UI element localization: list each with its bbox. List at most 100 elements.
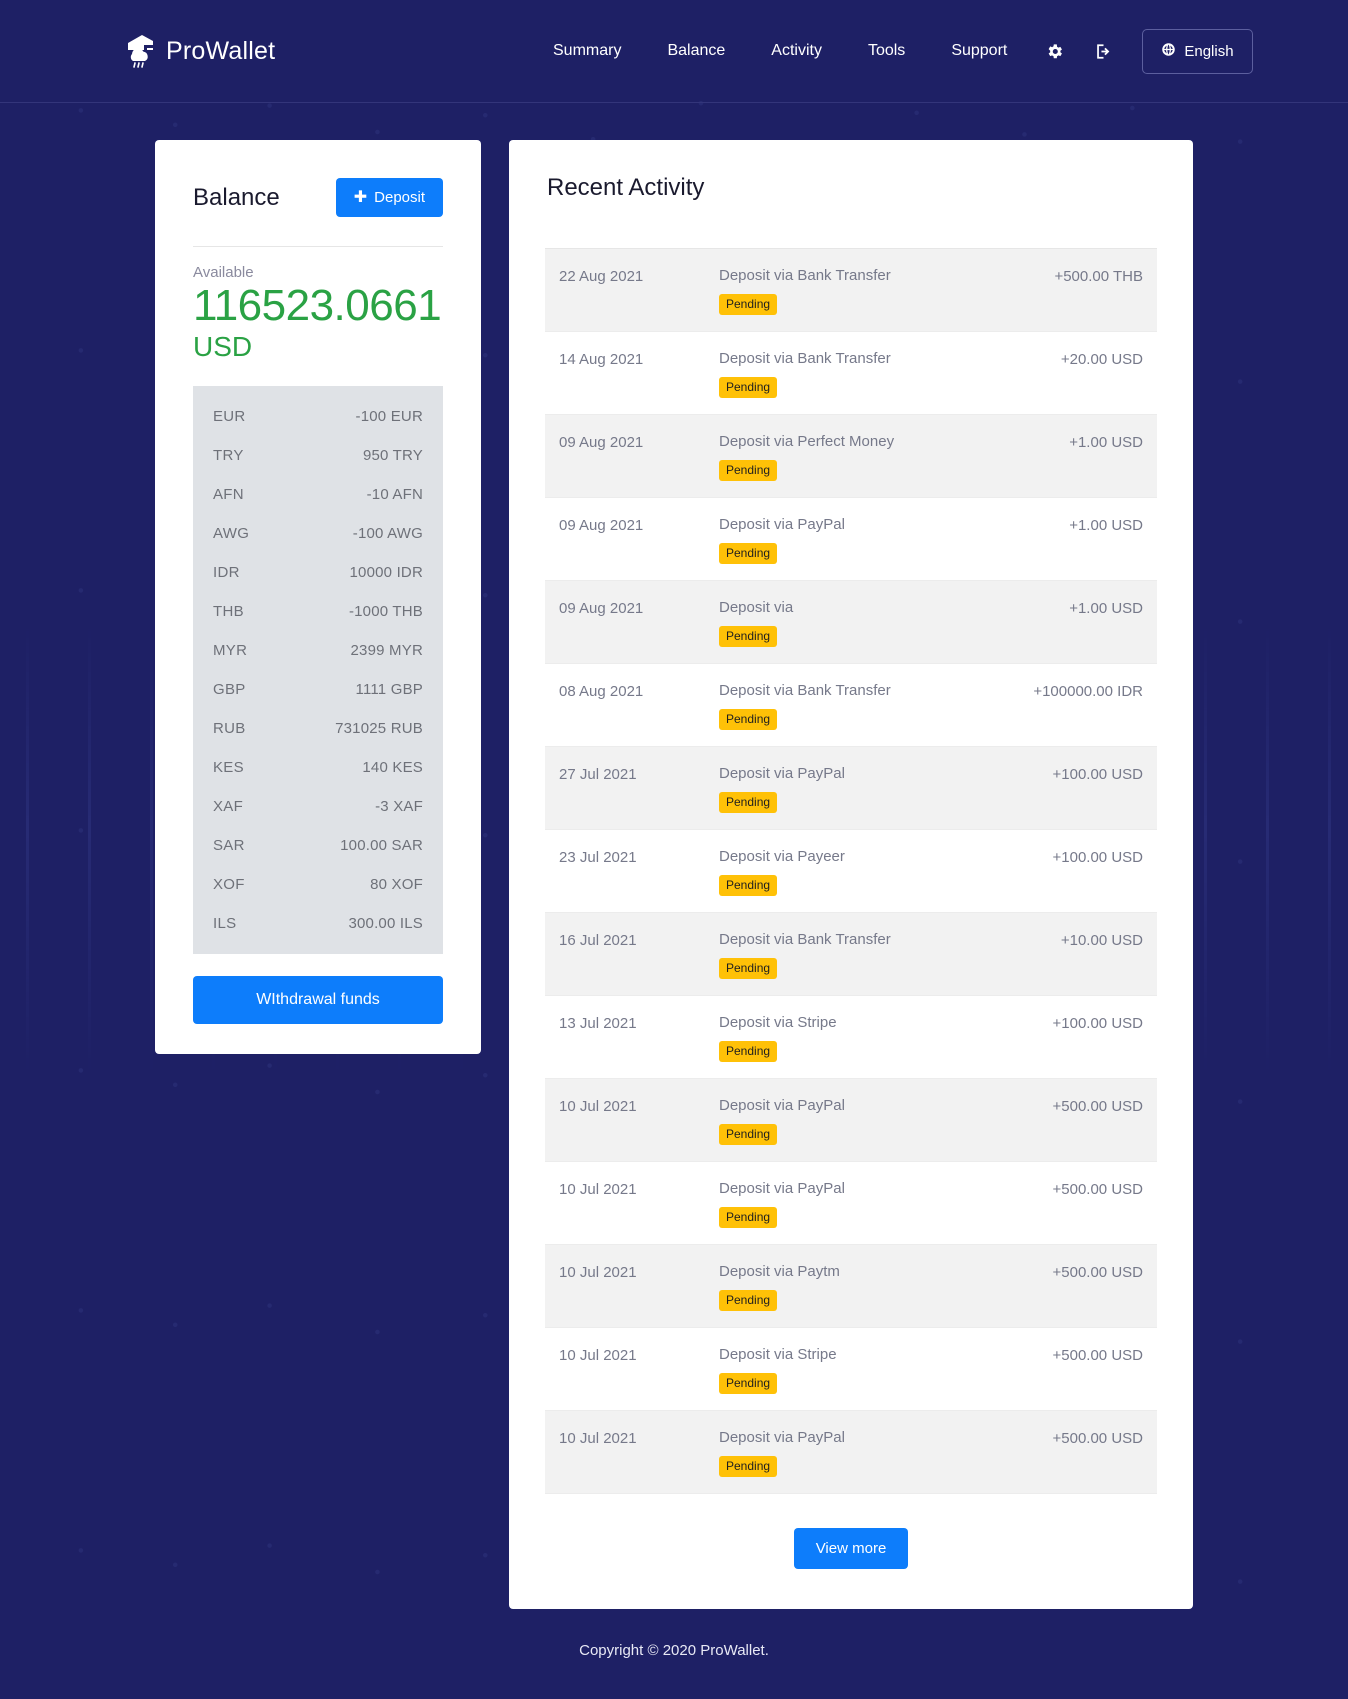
currency-value: 80 XOF [370, 876, 423, 894]
status-badge: Pending [719, 1207, 778, 1228]
currency-code: XAF [213, 798, 244, 816]
balance-card-header: Balance ✚ Deposit [193, 178, 443, 217]
activity-date: 10 Jul 2021 [559, 1264, 637, 1281]
activity-description: Deposit via Payeer [719, 848, 845, 865]
activity-description: Deposit via Stripe [719, 1346, 837, 1363]
activity-date: 10 Jul 2021 [559, 1347, 637, 1364]
activity-details: Deposit via Bank Transfer Pending [719, 931, 1061, 979]
currency-row: IDR 10000 IDR [193, 553, 443, 592]
activity-description: Deposit via [719, 599, 794, 616]
activity-description: Deposit via PayPal [719, 1097, 845, 1114]
activity-row[interactable]: 23 Jul 2021 Deposit via Payeer Pending +100… [545, 830, 1157, 913]
currency-row: EUR -100 EUR [193, 397, 443, 436]
available-amount: 116523.0661 [193, 281, 442, 330]
activity-row[interactable]: 27 Jul 2021 Deposit via PayPal Pending +100… [545, 747, 1157, 830]
status-badge: Pending [719, 1373, 778, 1394]
currency-code: KES [213, 759, 244, 777]
activity-description: Deposit via Paytm [719, 1263, 840, 1280]
activity-date: 10 Jul 2021 [559, 1098, 637, 1115]
activity-row[interactable]: 10 Jul 2021 Deposit via Paytm Pending +500.… [545, 1245, 1157, 1328]
activity-amount: +500.00 USD [1052, 1430, 1143, 1447]
view-more-wrapper: View more [545, 1528, 1157, 1569]
activity-details: Deposit via Bank Transfer Pending [719, 350, 1061, 398]
currency-row: THB -1000 THB [193, 592, 443, 631]
copyright-text: Copyright © 2020 ProWallet. [579, 1642, 769, 1659]
currency-row: AWG -100 AWG [193, 514, 443, 553]
currency-value: -100 EUR [355, 408, 423, 426]
activity-amount: +500.00 USD [1052, 1181, 1143, 1198]
activity-date: 14 Aug 2021 [559, 351, 644, 368]
nav-item-activity[interactable]: Activity [748, 34, 845, 68]
currency-row: GBP 1111 GBP [193, 670, 443, 709]
activity-date: 09 Aug 2021 [559, 517, 644, 534]
activity-date: 10 Jul 2021 [559, 1181, 637, 1198]
brand-logo-link[interactable]: ProWallet [120, 30, 275, 72]
activity-amount: +100.00 USD [1052, 766, 1143, 783]
currency-row: KES 140 KES [193, 748, 443, 787]
nav-item-support[interactable]: Support [928, 34, 1030, 68]
currency-row: RUB 731025 RUB [193, 709, 443, 748]
currency-code: XOF [213, 876, 245, 894]
recent-activity-card: Recent Activity 22 Aug 2021 Deposit via B… [509, 140, 1193, 1609]
withdrawal-funds-button[interactable]: WIthdrawal funds [193, 976, 443, 1025]
status-badge: Pending [719, 792, 778, 813]
logout-icon [1094, 42, 1113, 61]
activity-amount: +20.00 USD [1060, 351, 1143, 368]
activity-description: Deposit via PayPal [719, 1429, 845, 1446]
view-more-button[interactable]: View more [793, 1528, 909, 1569]
activity-row[interactable]: 22 Aug 2021 Deposit via Bank Transfer Pend… [545, 249, 1157, 332]
currency-code: EUR [213, 408, 246, 426]
logout-button[interactable] [1079, 34, 1128, 69]
activity-row[interactable]: 13 Jul 2021 Deposit via Stripe Pending +100… [545, 996, 1157, 1079]
site-header: ProWallet Summary Balance Activity Tools… [0, 0, 1348, 103]
activity-details: Deposit via PayPal Pending [719, 1429, 1053, 1477]
nav-item-tools[interactable]: Tools [845, 34, 928, 68]
activity-list: 22 Aug 2021 Deposit via Bank Transfer Pend… [545, 249, 1157, 1494]
balance-card: Balance ✚ Deposit Available 116523.0661 … [155, 140, 481, 1055]
currency-value: -100 AWG [352, 525, 423, 543]
balance-title: Balance [193, 183, 280, 211]
activity-row[interactable]: 16 Jul 2021 Deposit via Bank Transfer Pend… [545, 913, 1157, 996]
deposit-button-label: Deposit [374, 189, 425, 206]
activity-row[interactable]: 09 Aug 2021 Deposit via PayPal Pending +1.0… [545, 498, 1157, 581]
activity-row[interactable]: 10 Jul 2021 Deposit via PayPal Pending +500… [545, 1411, 1157, 1494]
status-badge: Pending [719, 460, 778, 481]
language-selector-button[interactable]: English [1142, 28, 1253, 74]
site-footer: Copyright © 2020 ProWallet. [0, 1609, 1348, 1699]
activity-amount: +500.00 USD [1052, 1264, 1143, 1281]
status-badge: Pending [719, 543, 778, 564]
nav-item-balance[interactable]: Balance [644, 34, 748, 68]
activity-details: Deposit via PayPal Pending [719, 1180, 1053, 1228]
activity-row[interactable]: 08 Aug 2021 Deposit via Bank Transfer Pend… [545, 664, 1157, 747]
currency-code: MYR [213, 642, 248, 660]
activity-details: Deposit via PayPal Pending [719, 765, 1053, 813]
activity-row[interactable]: 10 Jul 2021 Deposit via PayPal Pending +500… [545, 1079, 1157, 1162]
available-currency: USD [193, 330, 253, 362]
activity-row[interactable]: 09 Aug 2021 Deposit via Perfect Money Pend… [545, 415, 1157, 498]
activity-details: Deposit via Perfect Money Pending [719, 433, 1069, 481]
currency-value: 100.00 SAR [340, 837, 423, 855]
status-badge: Pending [719, 958, 778, 979]
currency-code: SAR [213, 837, 245, 855]
settings-button[interactable] [1030, 34, 1079, 69]
activity-amount: +1.00 USD [1069, 434, 1143, 451]
deposit-button[interactable]: ✚ Deposit [335, 178, 443, 217]
activity-amount: +100000.00 IDR [1033, 683, 1143, 700]
currency-row: TRY 950 TRY [193, 436, 443, 475]
activity-details: Deposit via Payeer Pending [719, 848, 1053, 896]
activity-date: 22 Aug 2021 [559, 268, 644, 285]
status-badge: Pending [719, 1290, 778, 1311]
activity-row[interactable]: 14 Aug 2021 Deposit via Bank Transfer Pend… [545, 332, 1157, 415]
activity-date: 27 Jul 2021 [559, 766, 637, 783]
nav-item-summary[interactable]: Summary [530, 34, 644, 68]
activity-row[interactable]: 09 Aug 2021 Deposit via Pending +1.00 USD [545, 581, 1157, 664]
currency-code: TRY [213, 447, 244, 465]
activity-row[interactable]: 10 Jul 2021 Deposit via PayPal Pending +500… [545, 1162, 1157, 1245]
prowallet-logo-icon [120, 30, 162, 72]
currency-row: ILS 300.00 ILS [193, 904, 443, 943]
globe-icon [1161, 42, 1176, 61]
activity-row[interactable]: 10 Jul 2021 Deposit via Stripe Pending +500… [545, 1328, 1157, 1411]
status-badge: Pending [719, 709, 778, 730]
gear-icon [1045, 42, 1064, 61]
main-navigation: Summary Balance Activity Tools Support E… [530, 28, 1253, 74]
